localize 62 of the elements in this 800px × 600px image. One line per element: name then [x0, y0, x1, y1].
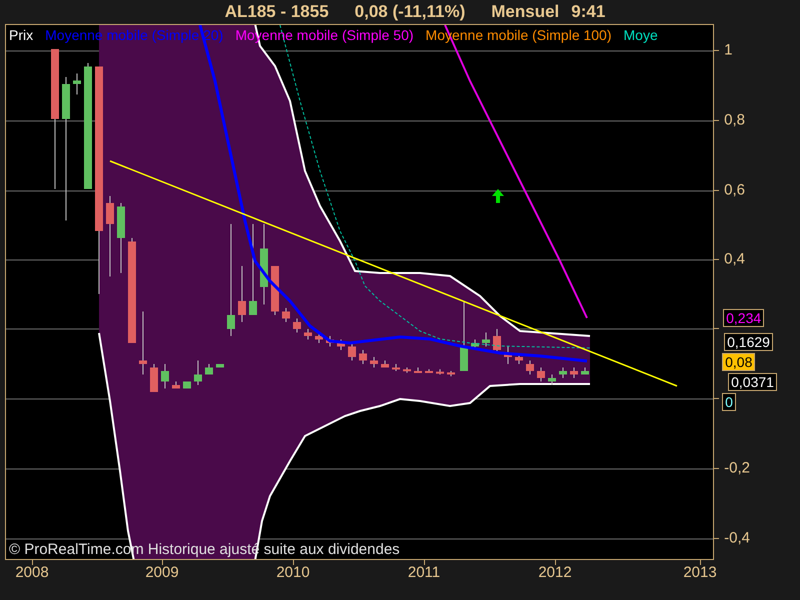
candle [515, 353, 523, 364]
axis-label: 2008 [15, 564, 49, 581]
price-badge: 0,234 [723, 309, 764, 327]
candle [183, 381, 191, 389]
price-badge: 0,1629 [724, 333, 773, 351]
axis-label: 0,4 [724, 250, 745, 268]
chart-symbol: AL185 - 1855 [224, 2, 329, 22]
axis-label: 2012 [538, 564, 572, 581]
candle [447, 370, 455, 377]
legend-item: Prix [9, 27, 34, 43]
candle [161, 364, 169, 389]
candle [337, 339, 345, 350]
candle [392, 364, 400, 372]
candle [150, 364, 158, 392]
candle [482, 332, 490, 347]
candle [403, 367, 411, 374]
axis-label: 2009 [145, 564, 179, 581]
legend-item: Moyenne mobile (Simple 20) [45, 27, 224, 43]
axis-label: 2013 [683, 564, 717, 581]
chart-period: Mensuel [491, 2, 560, 22]
candle [559, 367, 567, 378]
price-badge: 0 [722, 393, 736, 411]
candle [205, 364, 213, 375]
candle [194, 360, 202, 386]
price-badge: 0,08 [722, 353, 756, 371]
axis-label: -0,4 [724, 530, 750, 546]
candle [570, 367, 578, 378]
candle [414, 367, 422, 374]
candle [172, 381, 180, 389]
candle [293, 318, 301, 333]
candle [493, 328, 501, 354]
candle [381, 360, 389, 368]
candle [359, 350, 367, 364]
axis-label: -0,2 [724, 460, 750, 476]
candle [425, 368, 433, 374]
candle [581, 367, 589, 375]
price-badge: 0,0371 [728, 373, 777, 391]
candle [460, 300, 468, 372]
up-arrow-icon [492, 189, 504, 203]
candle [548, 374, 556, 386]
axis-label: 2010 [276, 564, 310, 581]
axis-label: 0,6 [724, 182, 745, 198]
candle [370, 356, 378, 368]
candle [117, 202, 125, 274]
axis-label: 0,8 [724, 112, 745, 128]
price-change: 0,08 (-11,11%) [354, 2, 466, 22]
candle [304, 328, 312, 340]
candle [238, 266, 246, 322]
axis-label: 1 [724, 42, 732, 58]
candle [315, 332, 323, 344]
chart-time: 9:41 [571, 2, 606, 22]
axis-label: 2011 [408, 564, 440, 581]
candle [537, 367, 545, 382]
candle [216, 364, 224, 368]
candle [282, 308, 290, 322]
candle [526, 360, 534, 375]
candle [139, 311, 147, 375]
candle [348, 342, 356, 361]
candle [504, 346, 512, 364]
legend-item: Moye [624, 27, 658, 43]
candle [436, 368, 444, 375]
candle [73, 73, 81, 95]
